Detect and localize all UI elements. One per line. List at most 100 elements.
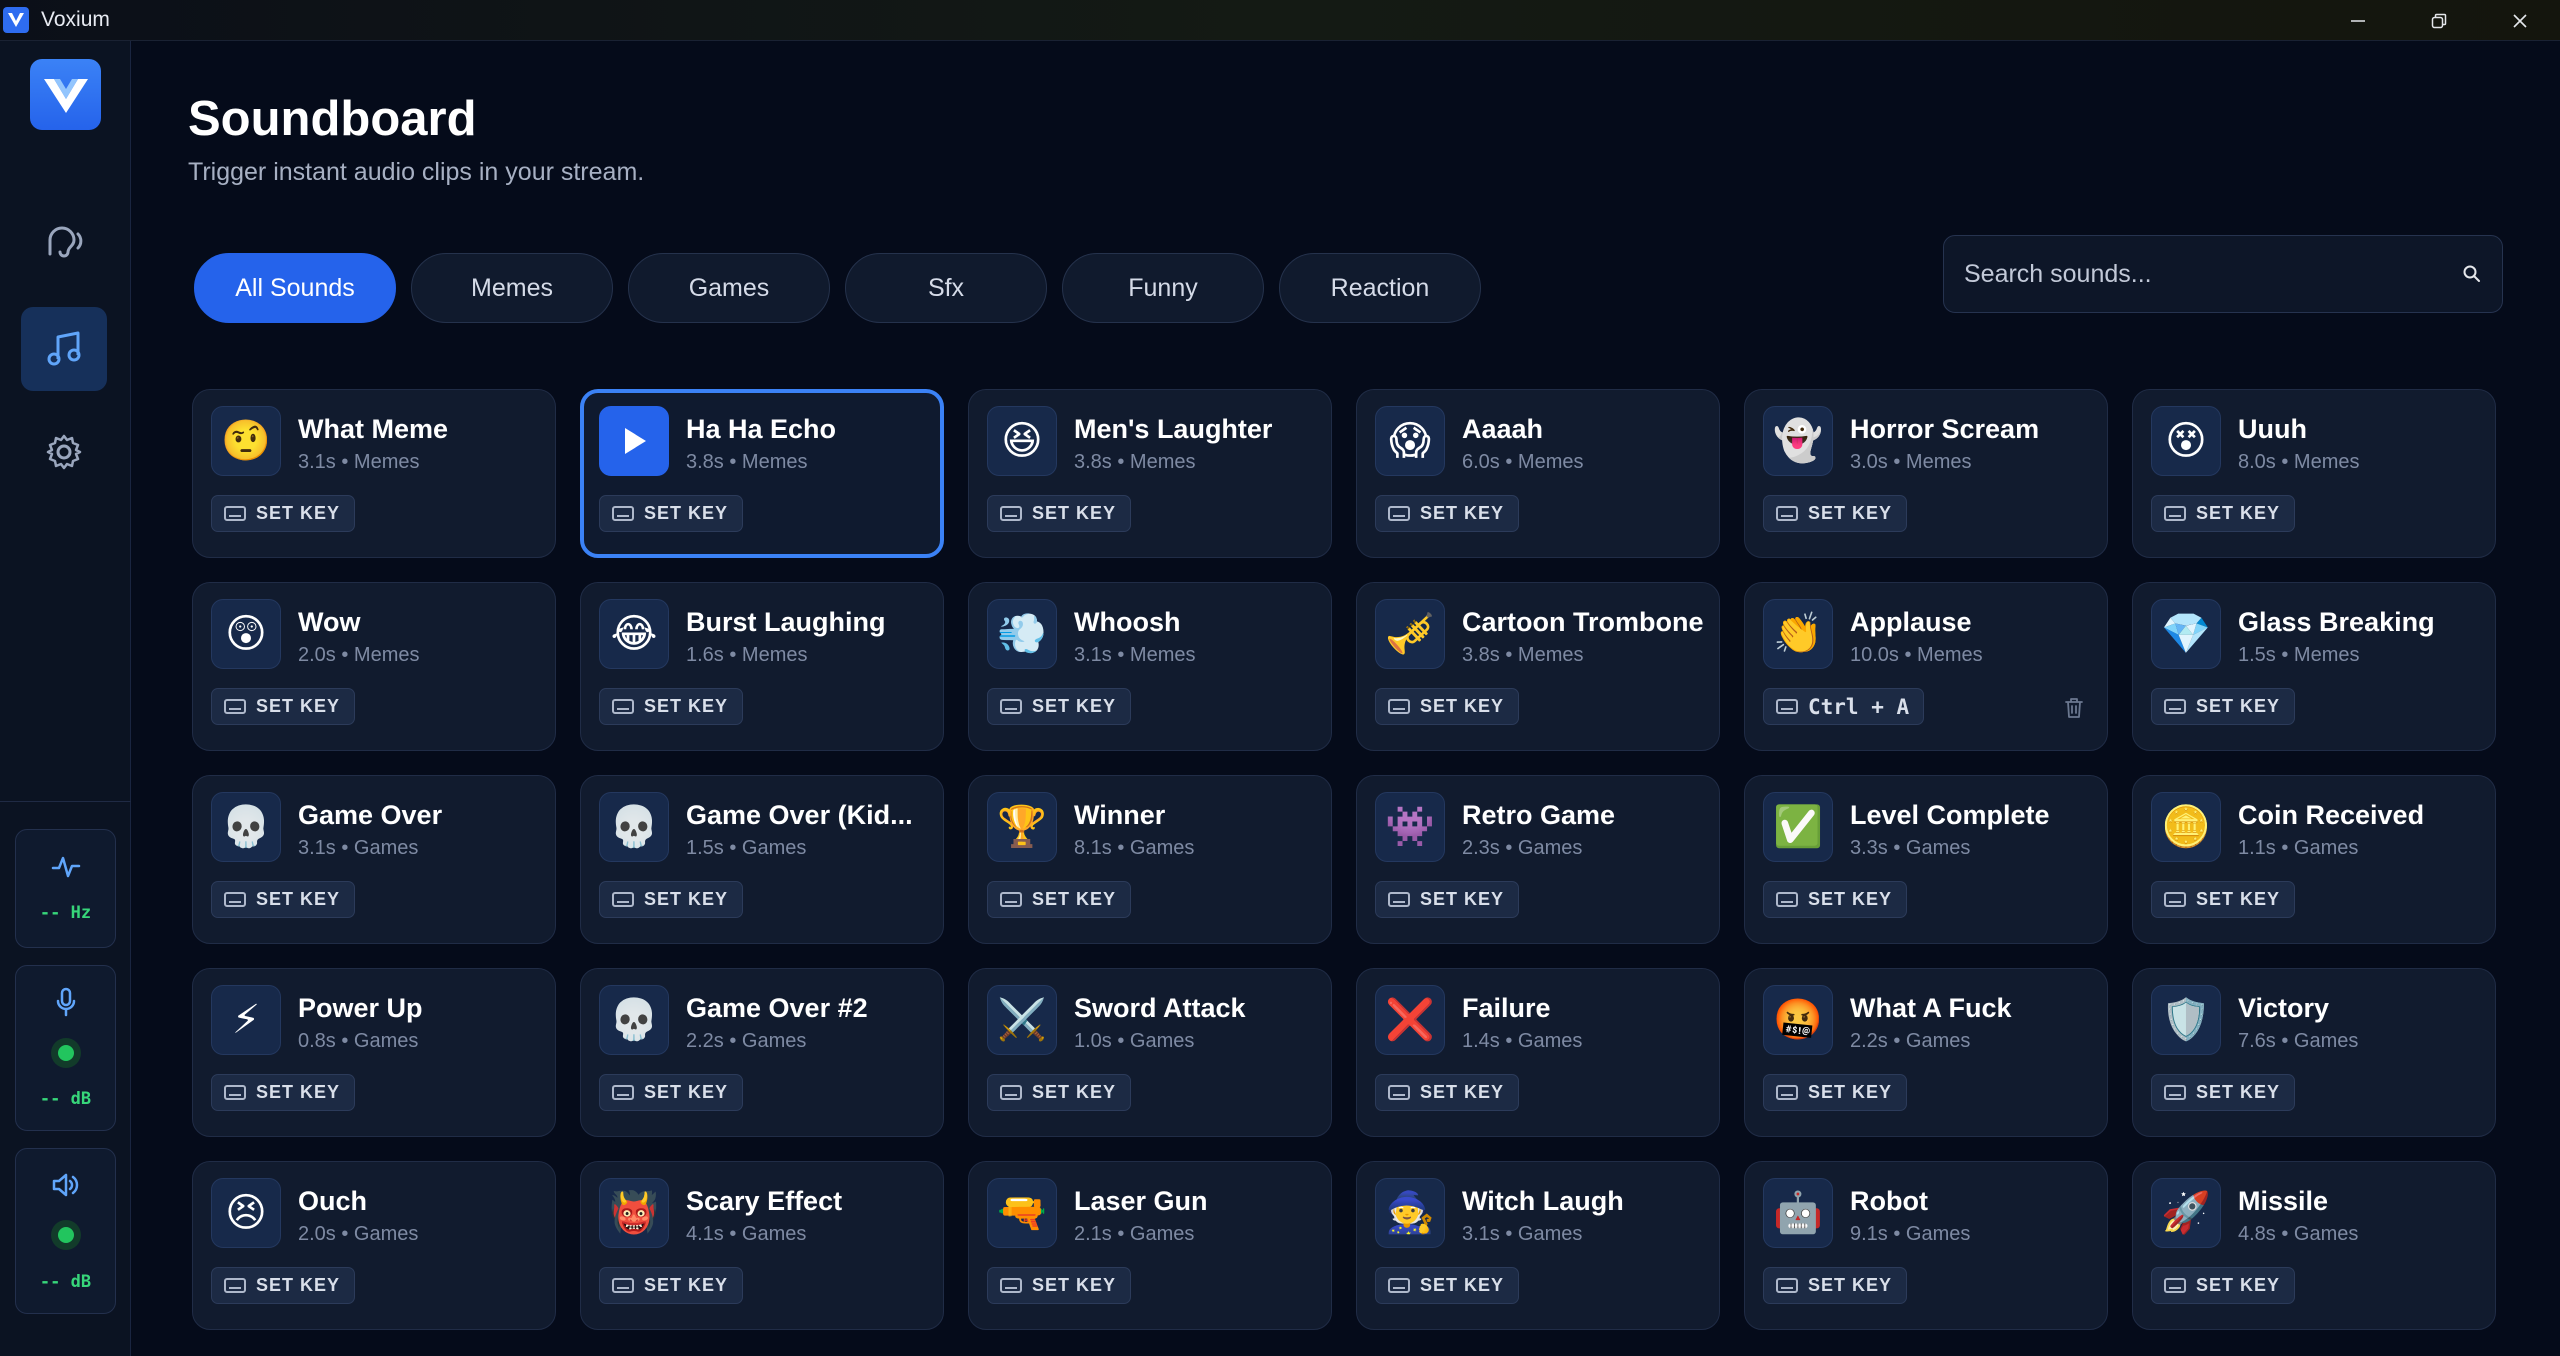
sound-emoji-icon[interactable]: 💀 <box>599 985 669 1055</box>
sound-emoji-icon[interactable]: ✅ <box>1763 792 1833 862</box>
sound-card[interactable]: 😵 Uuuh 8.0s • Memes SET KEY <box>2132 389 2496 558</box>
set-key-button[interactable]: SET KEY <box>1375 688 1520 725</box>
sound-emoji-icon[interactable]: 😆 <box>987 406 1057 476</box>
set-key-button[interactable]: SET KEY <box>211 495 356 532</box>
set-key-button[interactable]: SET KEY <box>2151 1267 2296 1304</box>
sound-emoji-icon[interactable]: 💀 <box>211 792 281 862</box>
set-key-button[interactable]: SET KEY <box>1375 881 1520 918</box>
minimize-button[interactable] <box>2317 0 2398 41</box>
sound-emoji-icon[interactable]: 👏 <box>1763 599 1833 669</box>
search-icon[interactable] <box>2462 264 2482 284</box>
sound-emoji-icon[interactable]: 🔫 <box>987 1178 1057 1248</box>
brand-logo[interactable] <box>30 59 101 130</box>
filter-games[interactable]: Games <box>628 253 830 323</box>
sound-emoji-icon[interactable]: 🎺 <box>1375 599 1445 669</box>
sound-emoji-icon[interactable]: 👾 <box>1375 792 1445 862</box>
set-key-button[interactable]: SET KEY <box>987 1074 1132 1111</box>
sound-emoji-icon[interactable]: 😲 <box>211 599 281 669</box>
sound-card[interactable]: Ha Ha Echo 3.8s • Memes SET KEY <box>580 389 944 558</box>
set-key-button[interactable]: SET KEY <box>599 1074 744 1111</box>
set-key-button[interactable]: SET KEY <box>599 881 744 918</box>
set-key-button[interactable]: SET KEY <box>211 881 356 918</box>
restore-button[interactable] <box>2398 0 2479 41</box>
sound-card[interactable]: 👻 Horror Scream 3.0s • Memes SET KEY <box>1744 389 2108 558</box>
sound-card[interactable]: 💀 Game Over 3.1s • Games SET KEY <box>192 775 556 944</box>
sound-card[interactable]: 😣 Ouch 2.0s • Games SET KEY <box>192 1161 556 1330</box>
filter-funny[interactable]: Funny <box>1062 253 1264 323</box>
nav-soundboard[interactable] <box>21 307 107 391</box>
sound-card[interactable]: 💀 Game Over #2 2.2s • Games SET KEY <box>580 968 944 1137</box>
set-key-button[interactable]: SET KEY <box>211 688 356 725</box>
filter-reaction[interactable]: Reaction <box>1279 253 1481 323</box>
sound-card[interactable]: 🧙 Witch Laugh 3.1s • Games SET KEY <box>1356 1161 1720 1330</box>
sound-emoji-icon[interactable]: 💀 <box>599 792 669 862</box>
set-key-button[interactable]: SET KEY <box>1763 495 1908 532</box>
sound-card[interactable]: ⚔️ Sword Attack 1.0s • Games SET KEY <box>968 968 1332 1137</box>
sound-card[interactable]: 😂 Burst Laughing 1.6s • Memes SET KEY <box>580 582 944 751</box>
sound-card[interactable]: ❌ Failure 1.4s • Games SET KEY <box>1356 968 1720 1137</box>
sound-emoji-icon[interactable]: 🚀 <box>2151 1178 2221 1248</box>
sound-emoji-icon[interactable]: 👻 <box>1763 406 1833 476</box>
set-key-button[interactable]: SET KEY <box>2151 881 2296 918</box>
sound-card[interactable]: 🛡️ Victory 7.6s • Games SET KEY <box>2132 968 2496 1137</box>
sound-emoji-icon[interactable]: 👹 <box>599 1178 669 1248</box>
set-key-button[interactable]: SET KEY <box>1763 1074 1908 1111</box>
set-key-button[interactable]: SET KEY <box>211 1074 356 1111</box>
sound-emoji-icon[interactable]: 🧙 <box>1375 1178 1445 1248</box>
sound-card[interactable]: 💨 Whoosh 3.1s • Memes SET KEY <box>968 582 1332 751</box>
play-icon[interactable] <box>599 406 669 476</box>
set-key-button[interactable]: SET KEY <box>987 881 1132 918</box>
set-key-button[interactable]: SET KEY <box>1763 1267 1908 1304</box>
sound-emoji-icon[interactable]: 😱 <box>1375 406 1445 476</box>
sound-emoji-icon[interactable]: 💨 <box>987 599 1057 669</box>
sound-card[interactable]: 🤨 What Meme 3.1s • Memes SET KEY <box>192 389 556 558</box>
set-key-button[interactable]: SET KEY <box>987 688 1132 725</box>
sound-emoji-icon[interactable]: 😂 <box>599 599 669 669</box>
sound-emoji-icon[interactable]: 🪙 <box>2151 792 2221 862</box>
set-key-button[interactable]: SET KEY <box>987 495 1132 532</box>
sound-emoji-icon[interactable]: ❌ <box>1375 985 1445 1055</box>
set-key-button[interactable]: SET KEY <box>599 688 744 725</box>
sound-emoji-icon[interactable]: ⚔️ <box>987 985 1057 1055</box>
sound-card[interactable]: 😱 Aaaah 6.0s • Memes SET KEY <box>1356 389 1720 558</box>
sound-card[interactable]: 😲 Wow 2.0s • Memes SET KEY <box>192 582 556 751</box>
set-key-button[interactable]: SET KEY <box>2151 688 2296 725</box>
sound-card[interactable]: 🤬 What A Fuck 2.2s • Games SET KEY <box>1744 968 2108 1137</box>
hotkey-button[interactable]: Ctrl + A <box>1763 688 1925 725</box>
sound-card[interactable]: 👏 Applause 10.0s • Memes Ctrl + A <box>1744 582 2108 751</box>
set-key-button[interactable]: SET KEY <box>2151 495 2296 532</box>
sound-emoji-icon[interactable]: 🛡️ <box>2151 985 2221 1055</box>
sound-card[interactable]: 🤖 Robot 9.1s • Games SET KEY <box>1744 1161 2108 1330</box>
set-key-button[interactable]: SET KEY <box>1375 1267 1520 1304</box>
filter-all-sounds[interactable]: All Sounds <box>194 253 396 323</box>
sound-card[interactable]: 😆 Men's Laughter 3.8s • Memes SET KEY <box>968 389 1332 558</box>
set-key-button[interactable]: SET KEY <box>599 1267 744 1304</box>
sound-card[interactable]: 🔫 Laser Gun 2.1s • Games SET KEY <box>968 1161 1332 1330</box>
nav-settings[interactable] <box>21 410 107 494</box>
sound-emoji-icon[interactable]: 🏆 <box>987 792 1057 862</box>
sound-card[interactable]: 👾 Retro Game 2.3s • Games SET KEY <box>1356 775 1720 944</box>
sound-card[interactable]: 👹 Scary Effect 4.1s • Games SET KEY <box>580 1161 944 1330</box>
filter-sfx[interactable]: Sfx <box>845 253 1047 323</box>
set-key-button[interactable]: SET KEY <box>1375 1074 1520 1111</box>
sound-emoji-icon[interactable]: 😣 <box>211 1178 281 1248</box>
filter-memes[interactable]: Memes <box>411 253 613 323</box>
search-input[interactable] <box>1964 259 2462 289</box>
set-key-button[interactable]: SET KEY <box>599 495 744 532</box>
set-key-button[interactable]: SET KEY <box>1375 495 1520 532</box>
sound-emoji-icon[interactable]: 💎 <box>2151 599 2221 669</box>
sound-emoji-icon[interactable]: ⚡ <box>211 985 281 1055</box>
set-key-button[interactable]: SET KEY <box>987 1267 1132 1304</box>
sound-card[interactable]: 🎺 Cartoon Trombone 3.8s • Memes SET KEY <box>1356 582 1720 751</box>
sound-card[interactable]: 🚀 Missile 4.8s • Games SET KEY <box>2132 1161 2496 1330</box>
set-key-button[interactable]: SET KEY <box>2151 1074 2296 1111</box>
sound-card[interactable]: ✅ Level Complete 3.3s • Games SET KEY <box>1744 775 2108 944</box>
sound-card[interactable]: 🏆 Winner 8.1s • Games SET KEY <box>968 775 1332 944</box>
trash-icon[interactable] <box>2063 696 2085 720</box>
sound-emoji-icon[interactable]: 🤬 <box>1763 985 1833 1055</box>
sound-card[interactable]: ⚡ Power Up 0.8s • Games SET KEY <box>192 968 556 1137</box>
sound-card[interactable]: 🪙 Coin Received 1.1s • Games SET KEY <box>2132 775 2496 944</box>
sound-emoji-icon[interactable]: 🤖 <box>1763 1178 1833 1248</box>
set-key-button[interactable]: SET KEY <box>211 1267 356 1304</box>
sound-emoji-icon[interactable]: 😵 <box>2151 406 2221 476</box>
